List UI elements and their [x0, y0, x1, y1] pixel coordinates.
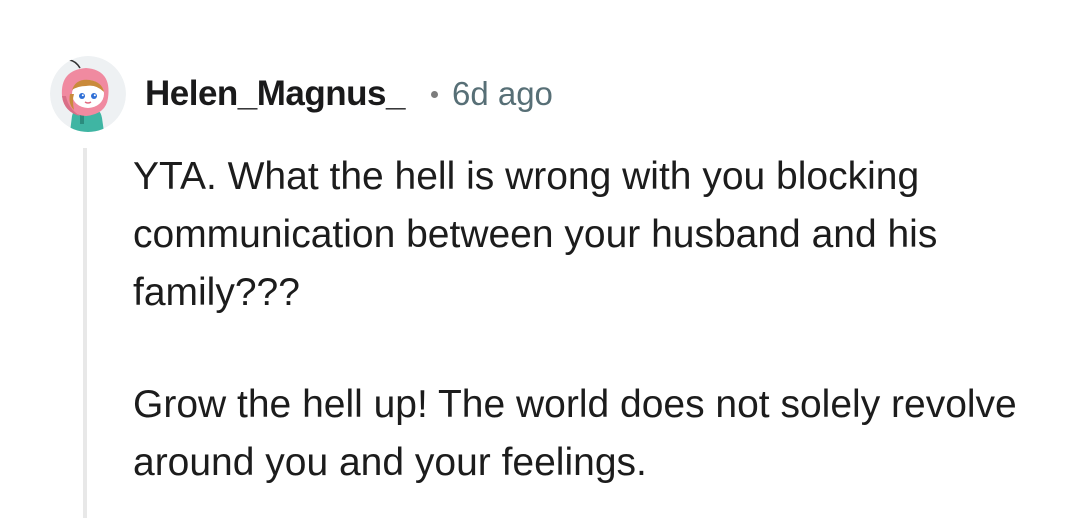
user-avatar[interactable]: [50, 56, 126, 132]
comment-paragraph: Grow the hell up! The world does not sol…: [133, 383, 1017, 484]
username[interactable]: Helen_Magnus_: [145, 74, 405, 114]
comment-body: YTA. What the hell is wrong with you blo…: [133, 148, 1033, 492]
thread-line[interactable]: [83, 148, 87, 518]
snoo-avatar-icon: [50, 56, 126, 132]
comment-header: Helen_Magnus_ 6d ago: [145, 70, 553, 118]
separator-dot: [430, 90, 438, 98]
comment: Helen_Magnus_ 6d ago YTA. What the hell …: [0, 0, 1080, 518]
comment-paragraph: YTA. What the hell is wrong with you blo…: [133, 155, 938, 314]
timestamp[interactable]: 6d ago: [452, 75, 553, 113]
